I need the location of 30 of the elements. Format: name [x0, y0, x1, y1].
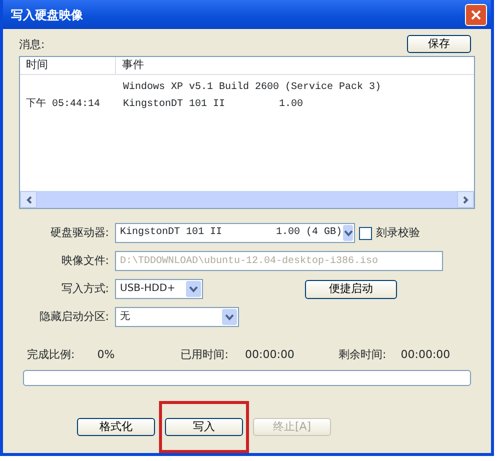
- verify-checkbox[interactable]: [359, 226, 372, 240]
- checkbox-label: 刻录校验: [376, 224, 420, 241]
- table-cell: KingstonDT 101 II 1.00: [123, 98, 304, 110]
- stat-value: 0%: [96, 346, 115, 362]
- field-label: 硬盘驱动器:: [49, 224, 110, 241]
- save-button[interactable]: 保存: [407, 35, 471, 54]
- table-cell: Windows XP v5.1 Build 2600 (Service Pack 3): [123, 82, 382, 94]
- stat-label: 完成比例:: [27, 346, 75, 362]
- write-mode-select[interactable]: USB-HDD+: [115, 279, 203, 300]
- field-label: 写入方式:: [60, 280, 110, 297]
- scroll-left-button[interactable]: [20, 191, 37, 208]
- drive-select[interactable]: KingstonDT 101 II 1.00 (4 GB): [115, 223, 355, 244]
- action-button[interactable]: 格式化: [77, 418, 155, 436]
- field-label: 隐藏启动分区:: [38, 308, 110, 325]
- table-cell: 下午 05:44:14: [26, 98, 100, 110]
- column-header[interactable]: 时间: [20, 57, 116, 74]
- field-label: 映像文件:: [60, 252, 110, 269]
- scroll-right-button[interactable]: [457, 191, 474, 208]
- quick-boot-button[interactable]: 便捷启动: [305, 280, 397, 299]
- stat-value: 00:00:00: [400, 346, 450, 362]
- hidden-partition-select[interactable]: 无: [115, 307, 239, 328]
- window-title: 写入硬盘映像: [11, 6, 83, 24]
- action-button[interactable]: 写入: [165, 418, 243, 436]
- column-header[interactable]: 事件: [116, 57, 474, 74]
- messages-label: 消息:: [19, 36, 45, 53]
- stat-value: 00:00:00: [244, 346, 294, 362]
- stat-label: 已用时间:: [180, 346, 228, 362]
- close-button[interactable]: [465, 4, 487, 26]
- close-icon[interactable]: [470, 8, 482, 21]
- stat-label: 剩余时间:: [338, 346, 386, 362]
